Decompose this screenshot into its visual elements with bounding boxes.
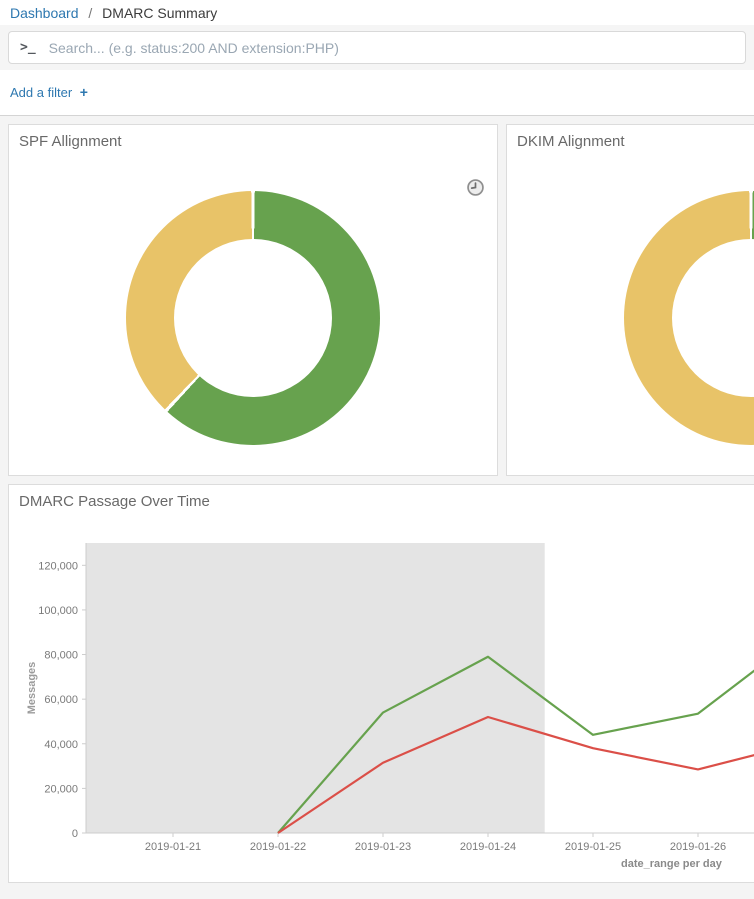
dmarc-passage-over-time-panel: DMARC Passage Over Time 020,00040,00060,… (8, 484, 754, 883)
y-tick-label: 60,000 (44, 694, 78, 706)
x-tick-label: 2019-01-26 (670, 841, 726, 853)
donut-hole (174, 239, 332, 397)
kibana-dashboard-page: Dashboard / DMARC Summary >_ Add a filte… (0, 0, 754, 899)
x-tick-label: 2019-01-25 (565, 841, 621, 853)
x-tick-label: 2019-01-24 (460, 841, 516, 853)
y-tick-label: 40,000 (44, 739, 78, 751)
breadcrumb-separator: / (88, 5, 92, 21)
dashboard-top-row: SPF Allignment DKIM Alignment (8, 124, 754, 476)
x-tick-label: 2019-01-21 (145, 841, 201, 853)
clock-icon[interactable] (467, 179, 484, 196)
panel-title: SPF Allignment (19, 133, 122, 150)
search-input[interactable] (47, 39, 734, 57)
spf-alignment-panel: SPF Allignment (8, 124, 498, 476)
add-filter-button[interactable]: Add a filter + (10, 85, 88, 100)
y-tick-label: 0 (72, 828, 78, 840)
y-tick-label: 120,000 (38, 560, 78, 572)
clock-icon-svg (467, 179, 484, 196)
dkim-alignment-panel: DKIM Alignment (506, 124, 754, 476)
donut-hole (672, 239, 754, 397)
y-tick-label: 20,000 (44, 783, 78, 795)
y-tick-label: 80,000 (44, 650, 78, 662)
y-axis-title: Messages (26, 662, 38, 715)
search-box: >_ (8, 31, 746, 64)
add-filter-label: Add a filter (10, 85, 72, 100)
y-tick-label: 100,000 (38, 605, 78, 617)
dkim-alignment-donut[interactable] (624, 191, 754, 445)
breadcrumb-dashboard-link[interactable]: Dashboard (10, 5, 79, 21)
filter-bar: Add a filter + (0, 70, 754, 116)
x-axis-title: date_range per day (621, 858, 723, 870)
dashboard-grid: SPF Allignment DKIM Alignment (0, 116, 754, 899)
search-bar: >_ (0, 25, 754, 70)
terminal-prompt-icon: >_ (20, 40, 36, 55)
breadcrumb: Dashboard / DMARC Summary (0, 0, 754, 25)
x-tick-label: 2019-01-22 (250, 841, 306, 853)
breadcrumb-current-page: DMARC Summary (102, 5, 217, 21)
x-tick-label: 2019-01-23 (355, 841, 411, 853)
spf-alignment-donut[interactable] (126, 191, 380, 445)
dmarc-time-chart[interactable]: 0 20,000 40,000 60,000 80,000 100,000 120,000 2… (9, 485, 754, 882)
panel-title: DKIM Alignment (517, 133, 625, 150)
plus-icon: + (80, 84, 88, 100)
